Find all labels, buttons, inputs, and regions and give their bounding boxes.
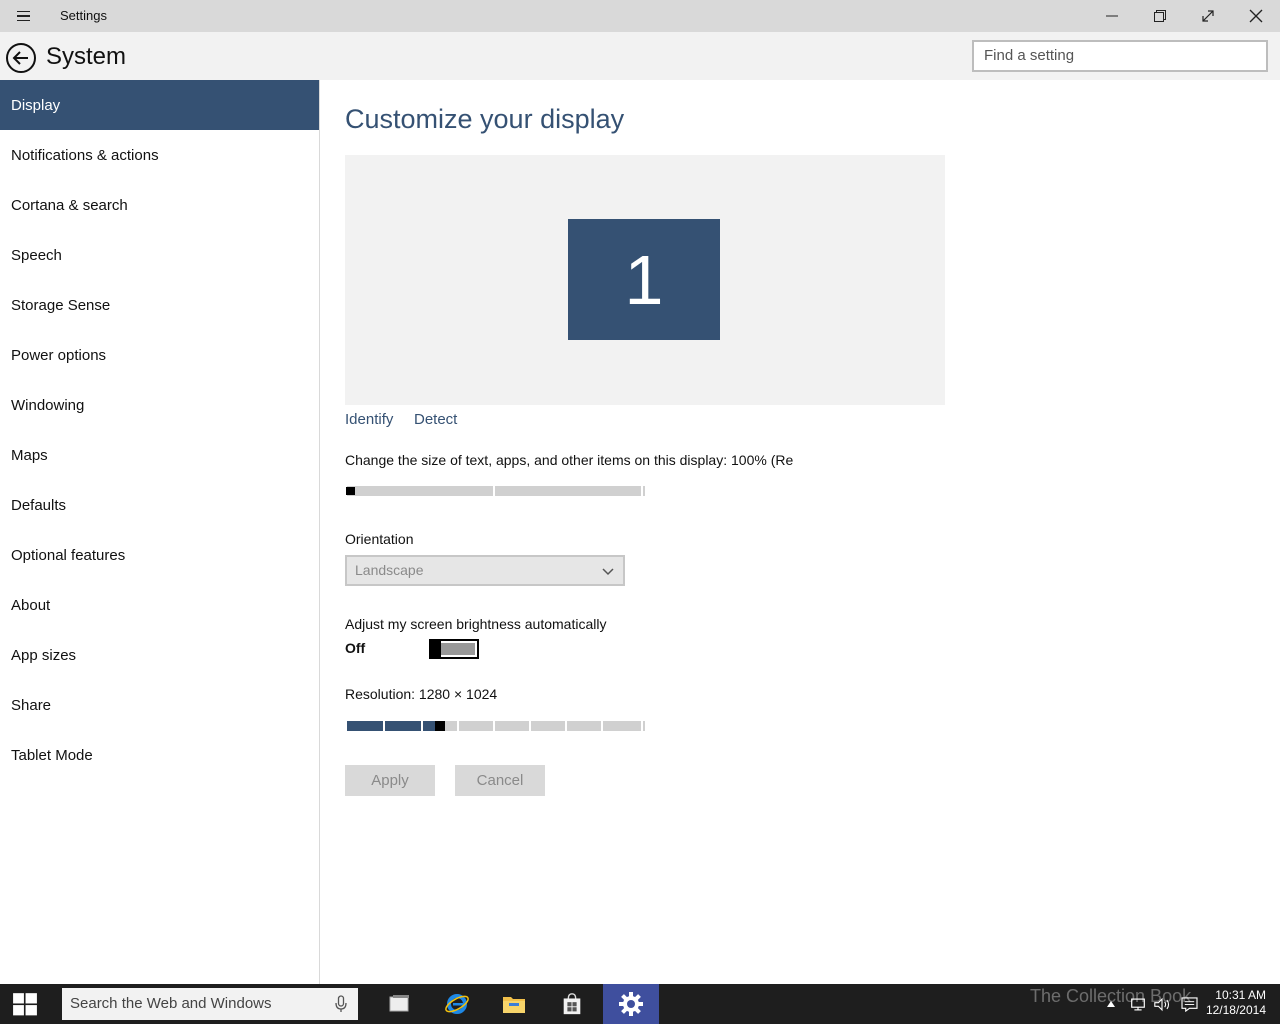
clock-time: 10:31 AM (1215, 988, 1266, 1002)
network-button[interactable] (1126, 984, 1150, 1024)
window-title: Settings (60, 8, 107, 23)
taskbar-search-input[interactable]: Search the Web and Windows (62, 988, 358, 1020)
sidebar-item-windowing[interactable]: Windowing (0, 380, 319, 430)
windows-logo-icon (13, 993, 37, 1016)
network-icon (1131, 998, 1145, 1010)
back-arrow-icon (6, 43, 36, 73)
brightness-toggle[interactable] (429, 639, 479, 659)
page-header: System Find a setting (0, 32, 1280, 80)
store-bag-icon (563, 993, 581, 1015)
brightness-label: Adjust my screen brightness automaticall… (345, 616, 607, 632)
task-view-button[interactable] (371, 984, 427, 1024)
resolution-slider-thumb[interactable] (435, 721, 445, 731)
sidebar-item-app-sizes[interactable]: App sizes (0, 630, 319, 680)
detect-link[interactable]: Detect (414, 411, 457, 428)
scale-slider[interactable] (345, 486, 645, 496)
apply-button[interactable]: Apply (345, 765, 435, 796)
microphone-icon[interactable] (334, 995, 348, 1013)
sidebar-item-defaults[interactable]: Defaults (0, 480, 319, 530)
identify-link[interactable]: Identify (345, 411, 393, 428)
sidebar-item-maps[interactable]: Maps (0, 430, 319, 480)
gear-icon (619, 992, 643, 1016)
restore-button[interactable] (1136, 0, 1184, 32)
store-button[interactable] (544, 984, 600, 1024)
start-button[interactable] (0, 984, 50, 1024)
cancel-button[interactable]: Cancel (455, 765, 545, 796)
close-button[interactable] (1232, 0, 1280, 32)
full-screen-button[interactable] (1184, 0, 1232, 32)
resolution-label: Resolution: 1280 × 1024 (345, 686, 498, 702)
task-view-icon (389, 995, 409, 1012)
display-arrangement-area: 1 (345, 155, 945, 405)
sidebar-item-storage-sense[interactable]: Storage Sense (0, 280, 319, 330)
orientation-label: Orientation (345, 531, 414, 547)
find-setting-input[interactable]: Find a setting (972, 40, 1268, 72)
taskbar-clock[interactable]: 10:31 AM 12/18/2014 (1206, 988, 1266, 1018)
folder-icon (503, 997, 525, 1013)
clock-date: 12/18/2014 (1205, 1003, 1266, 1017)
sidebar-item-power-options[interactable]: Power options (0, 330, 319, 380)
settings-app-button[interactable] (603, 984, 659, 1024)
speaker-icon (1154, 997, 1170, 1011)
scale-label: Change the size of text, apps, and other… (345, 452, 793, 468)
sidebar-item-tablet-mode[interactable]: Tablet Mode (0, 730, 319, 780)
hamburger-menu-icon[interactable] (10, 6, 38, 26)
resolution-slider[interactable] (345, 721, 645, 731)
volume-button[interactable] (1150, 984, 1174, 1024)
scale-slider-thumb[interactable] (346, 487, 355, 495)
back-button[interactable] (5, 42, 37, 74)
title-bar: Settings (0, 0, 1280, 32)
orientation-dropdown[interactable]: Landscape (345, 555, 625, 586)
page-title: System (46, 43, 127, 70)
minimize-button[interactable] (1088, 0, 1136, 32)
action-center-button[interactable] (1177, 984, 1201, 1024)
internet-explorer-button[interactable] (429, 984, 485, 1024)
sidebar-item-speech[interactable]: Speech (0, 230, 319, 280)
notification-icon (1180, 996, 1198, 1012)
monitor-tile[interactable]: 1 (568, 219, 720, 340)
show-hidden-icons-button[interactable] (1102, 984, 1120, 1024)
taskbar: Search the Web and Windows The Collectio… (0, 984, 1280, 1024)
sidebar-item-notifications[interactable]: Notifications & actions (0, 130, 319, 180)
chevron-down-icon (602, 568, 614, 576)
internet-explorer-icon (445, 994, 469, 1014)
sidebar-item-optional-features[interactable]: Optional features (0, 530, 319, 580)
taskbar-search-placeholder: Search the Web and Windows (70, 995, 272, 1012)
file-explorer-button[interactable] (486, 984, 542, 1024)
sidebar-item-cortana[interactable]: Cortana & search (0, 180, 319, 230)
sidebar-item-share[interactable]: Share (0, 680, 319, 730)
sidebar-item-display[interactable]: Display (0, 80, 319, 130)
chevron-up-icon (1107, 1001, 1115, 1007)
orientation-value: Landscape (355, 562, 424, 578)
sidebar: Display Notifications & actions Cortana … (0, 80, 320, 984)
section-heading: Customize your display (345, 104, 625, 134)
brightness-state: Off (345, 640, 366, 656)
sidebar-item-about[interactable]: About (0, 580, 319, 630)
